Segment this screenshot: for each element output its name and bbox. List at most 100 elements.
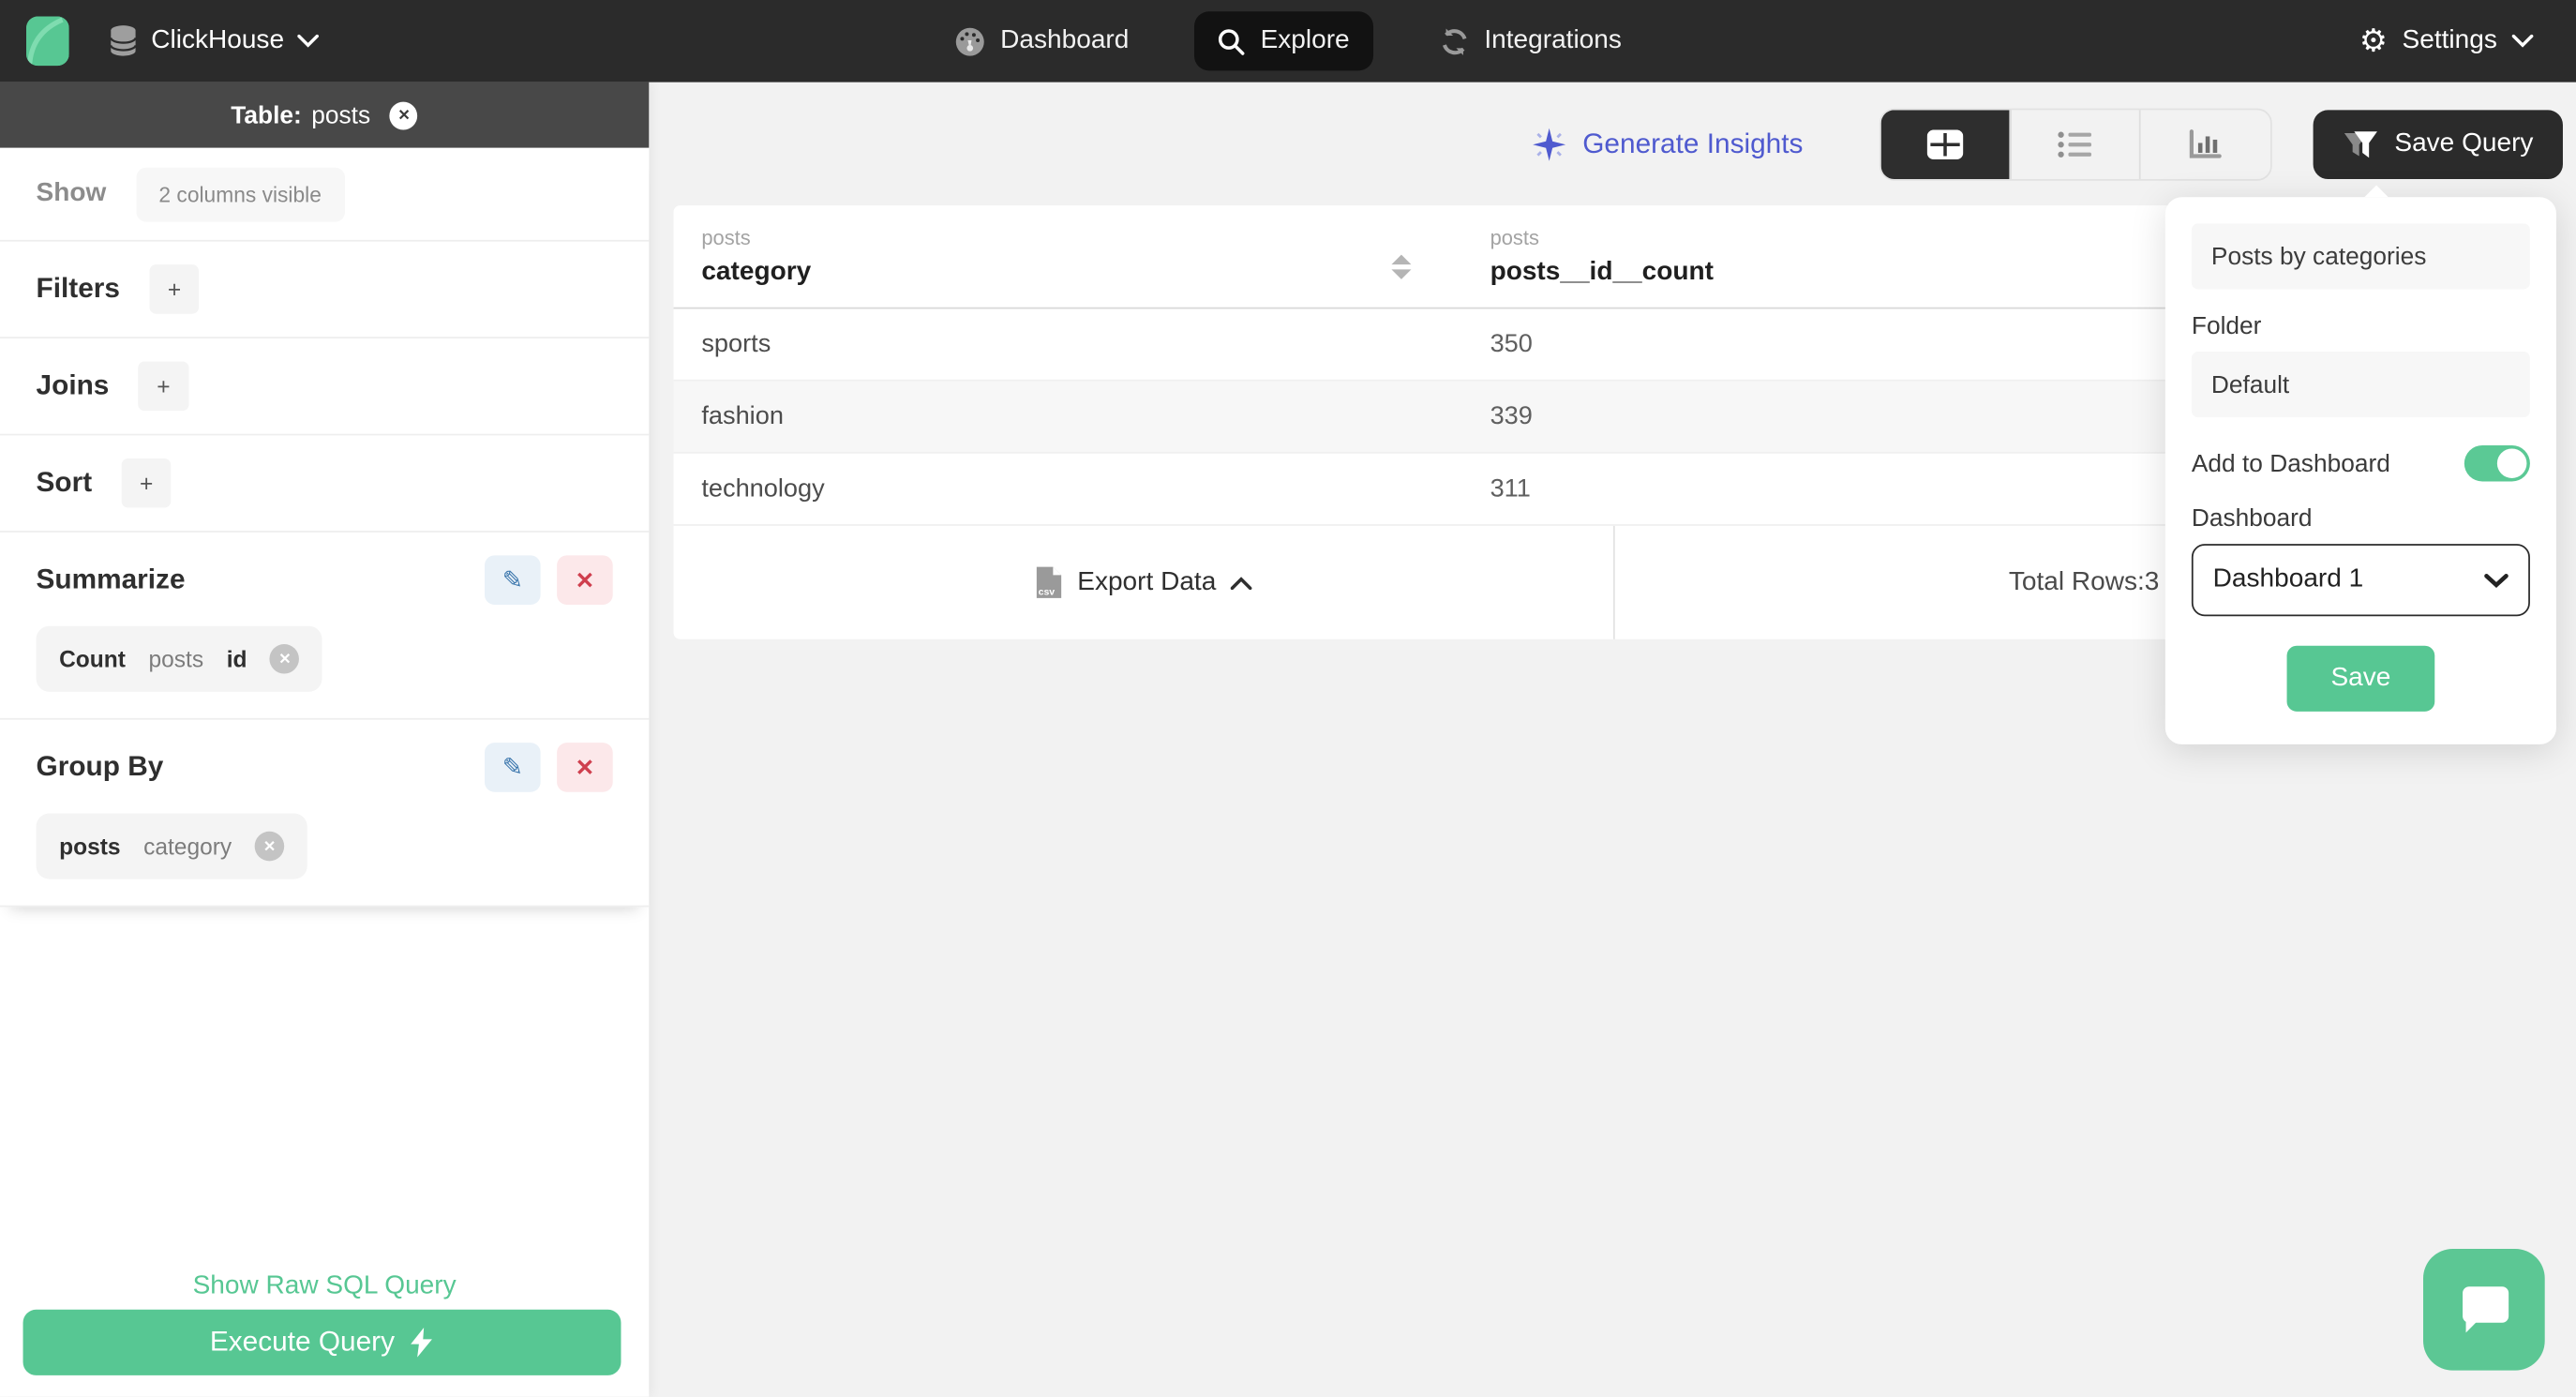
results-toolbar: Generate Insights Save Query: [1532, 108, 2563, 181]
gauge-icon: [955, 26, 984, 55]
add-filter-button[interactable]: +: [149, 264, 200, 314]
settings-label: Settings: [2402, 26, 2497, 54]
chevron-down-icon: [2511, 34, 2534, 48]
tab-dashboard-label: Dashboard: [1000, 26, 1130, 54]
chip-table: posts: [148, 645, 204, 672]
add-join-button[interactable]: +: [138, 361, 188, 412]
remove-summarize-chip-button[interactable]: ✕: [270, 643, 300, 674]
show-label: Show: [36, 179, 107, 207]
save-query-popover: Folder Add to Dashboard Dashboard Dashbo…: [2164, 197, 2556, 744]
chip-column: category: [143, 833, 232, 860]
export-data-button[interactable]: csv Export Data: [674, 526, 1613, 639]
table-name: posts: [311, 100, 371, 129]
add-sort-button[interactable]: +: [121, 458, 172, 508]
section-joins: Joins +: [0, 338, 650, 436]
view-list-button[interactable]: [2010, 110, 2140, 180]
dashboard-select[interactable]: Dashboard 1: [2191, 544, 2530, 617]
csv-file-icon: csv: [1036, 566, 1061, 598]
remove-group-by-chip-button[interactable]: ✕: [254, 831, 285, 862]
edit-group-by-button[interactable]: ✎: [485, 743, 541, 792]
columns-visible-chip[interactable]: 2 columns visible: [135, 166, 345, 221]
sparkle-icon: [1533, 128, 1566, 161]
view-toggle-group: [1879, 108, 2271, 181]
joins-label: Joins: [36, 369, 110, 401]
sidebar-sections: Show 2 columns visible Filters + Joins +…: [0, 147, 650, 908]
add-to-dashboard-label: Add to Dashboard: [2191, 449, 2390, 478]
delete-summarize-button[interactable]: ✕: [557, 555, 613, 605]
save-query-label: Save Query: [2394, 129, 2534, 158]
list-view-icon: [2057, 131, 2091, 158]
chip-column: id: [226, 645, 247, 672]
generate-insights-button[interactable]: Generate Insights: [1532, 127, 1803, 163]
table-header-prefix: Table:: [231, 100, 302, 129]
summarize-chip: Count posts id ✕: [36, 625, 323, 692]
database-icon: [110, 25, 137, 56]
tab-integrations-label: Integrations: [1484, 26, 1622, 54]
section-show: Show 2 columns visible: [0, 148, 650, 242]
section-group-by: Group By ✎ ✕ posts category ✕: [0, 720, 650, 908]
table-cell-category: sports: [701, 329, 771, 358]
delete-group-by-button[interactable]: ✕: [557, 743, 613, 792]
chevron-down-icon: [2484, 573, 2509, 588]
top-navbar: ClickHouse Dashboard Explore Integration…: [0, 0, 2576, 83]
total-rows-label: Total Rows:3: [2008, 567, 2160, 596]
section-summarize: Summarize ✎ ✕ Count posts id ✕: [0, 533, 650, 720]
brand-label: ClickHouse: [151, 26, 285, 54]
chat-widget-button[interactable]: [2423, 1248, 2545, 1371]
group-by-label: Group By: [36, 750, 164, 783]
table-header-bar: Table: posts ✕: [0, 82, 650, 148]
execute-query-button[interactable]: Execute Query: [22, 1309, 622, 1375]
dashboard-select-value: Dashboard 1: [2212, 564, 2364, 593]
chat-bubble-icon: [2463, 1286, 2509, 1333]
tab-explore-label: Explore: [1260, 26, 1350, 54]
lightning-icon: [411, 1328, 433, 1358]
table-view-icon: [1925, 129, 1963, 159]
column-group: posts: [701, 226, 751, 250]
view-table-button[interactable]: [1880, 110, 2011, 180]
view-chart-button[interactable]: [2140, 110, 2269, 179]
filters-label: Filters: [36, 272, 120, 305]
table-cell-category: technology: [701, 473, 825, 503]
tab-integrations[interactable]: Integrations: [1415, 10, 1645, 71]
chevron-down-icon: [297, 34, 319, 48]
tab-dashboard[interactable]: Dashboard: [932, 10, 1152, 71]
save-query-button[interactable]: Save Query: [2312, 110, 2563, 180]
execute-query-label: Execute Query: [209, 1326, 395, 1358]
edit-summarize-button[interactable]: ✎: [485, 555, 541, 605]
popover-save-button[interactable]: Save: [2286, 645, 2435, 712]
close-icon: ✕: [575, 565, 595, 593]
popover-arrow: [2360, 183, 2390, 198]
chip-aggregation: Count: [59, 645, 126, 672]
logo-curve: [26, 16, 69, 67]
sync-icon: [1442, 27, 1466, 54]
chevron-up-icon: [1231, 576, 1252, 590]
summarize-label: Summarize: [36, 563, 186, 595]
query-builder-sidebar: Table: posts ✕ Show 2 columns visible Fi…: [0, 82, 650, 1397]
remove-table-button[interactable]: ✕: [390, 100, 418, 129]
show-raw-sql-link[interactable]: Show Raw SQL Query: [0, 1271, 649, 1301]
dashboard-label: Dashboard: [2191, 504, 2313, 533]
export-data-label: Export Data: [1077, 567, 1217, 596]
pencil-icon: ✎: [502, 566, 523, 595]
sort-toggle-icon[interactable]: [1391, 254, 1412, 279]
settings-menu[interactable]: ⚙ Settings: [2359, 25, 2550, 56]
close-icon: ✕: [575, 753, 595, 780]
add-to-dashboard-toggle[interactable]: [2464, 444, 2530, 482]
svg-text:csv: csv: [1038, 586, 1055, 597]
folder-input[interactable]: [2191, 352, 2530, 418]
column-header-category: posts category: [674, 205, 1462, 308]
group-by-chip: posts category ✕: [36, 813, 307, 879]
query-name-input[interactable]: [2191, 223, 2530, 290]
bar-chart-icon: [2189, 129, 2222, 158]
search-icon: [1219, 28, 1245, 54]
pencil-icon: ✎: [502, 754, 523, 783]
nav-tabs: Dashboard Explore Integrations: [932, 0, 1645, 83]
section-sort: Sort +: [0, 435, 650, 533]
tab-explore[interactable]: Explore: [1194, 11, 1373, 71]
gear-icon: ⚙: [2359, 23, 2388, 59]
database-selector[interactable]: ClickHouse: [109, 24, 319, 57]
table-cell-category: fashion: [701, 401, 784, 430]
app-logo[interactable]: [26, 16, 69, 67]
column-name: category: [701, 258, 812, 286]
section-filters: Filters +: [0, 242, 650, 339]
